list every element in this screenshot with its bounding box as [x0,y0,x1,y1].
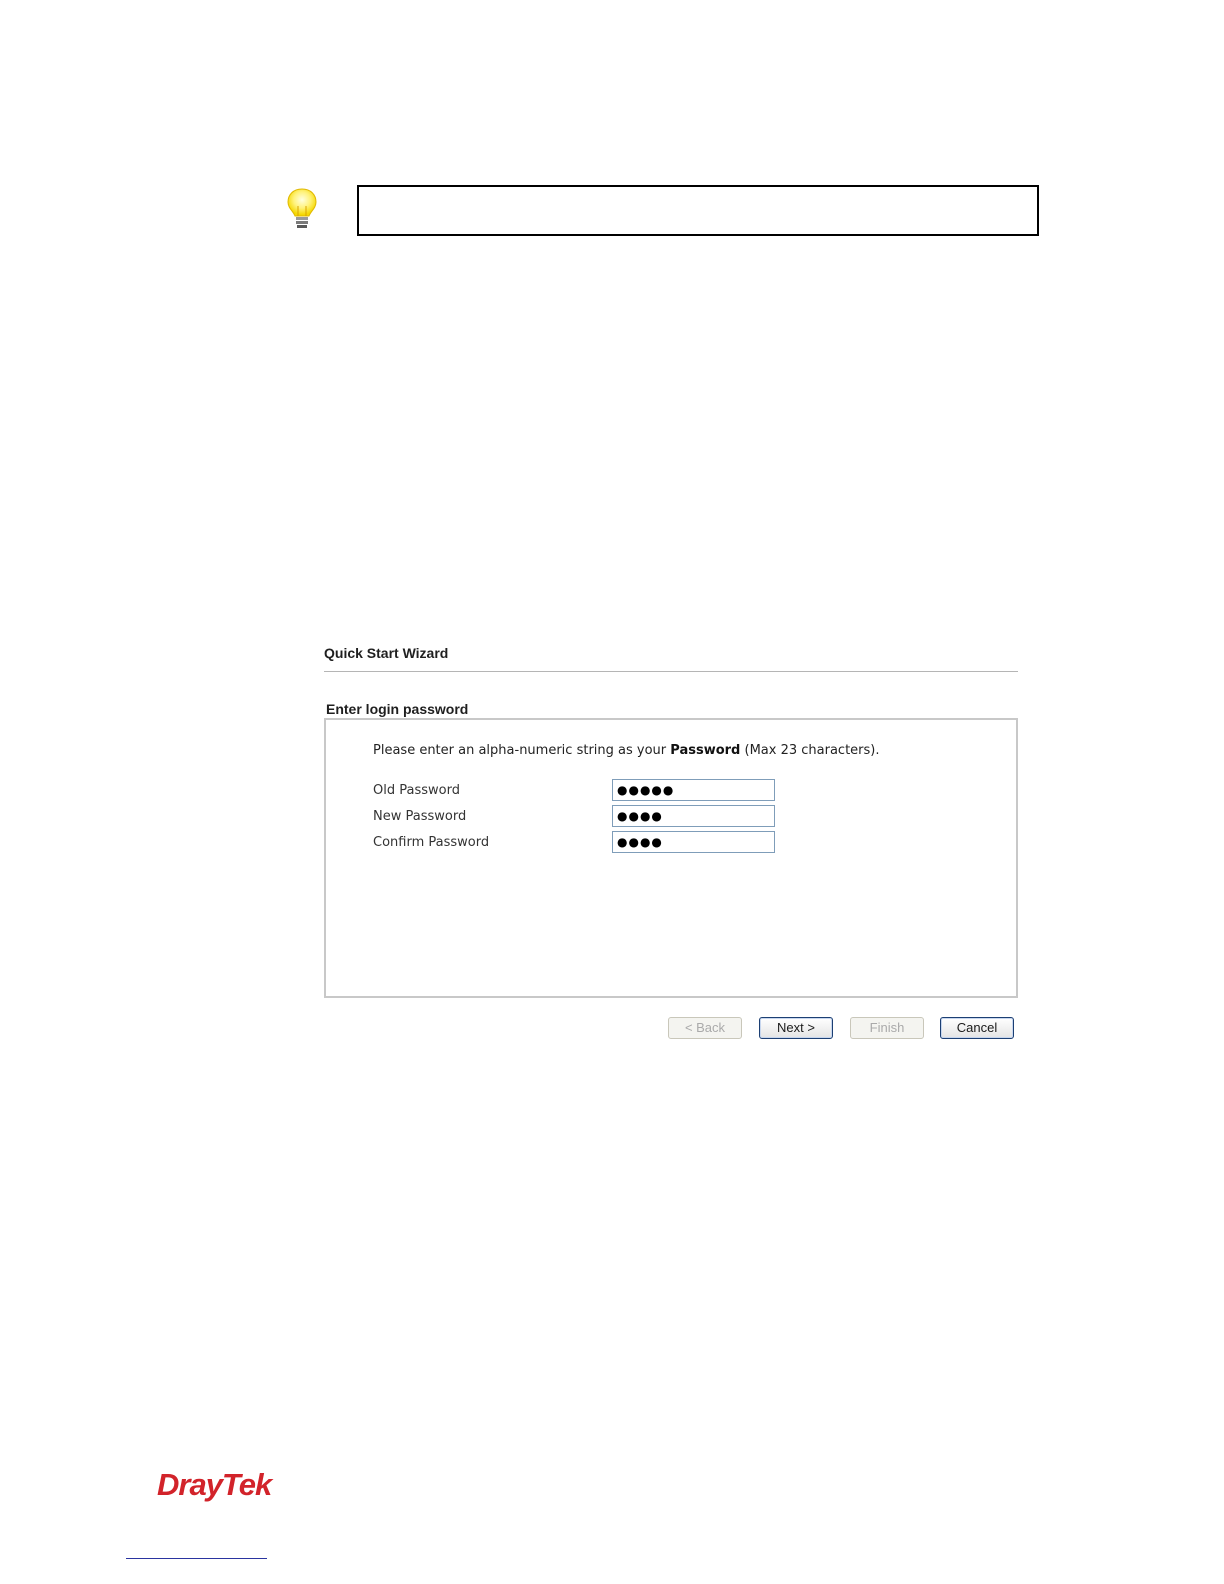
draytek-logo: DrayTek [155,1462,290,1506]
section-label: Enter login password [326,701,469,717]
confirm-password-input[interactable]: ●●●● [612,831,775,853]
confirm-password-label: Confirm Password [373,835,490,850]
password-panel [324,718,1018,998]
old-password-input[interactable]: ●●●●● [612,779,775,801]
new-password-label: New Password [373,809,467,824]
cancel-button[interactable]: Cancel [940,1017,1014,1039]
finish-button: Finish [850,1017,924,1039]
note-box [357,185,1039,236]
intro-bold: Password [670,743,741,758]
lightbulb-icon [284,186,320,232]
svg-text:DrayTek: DrayTek [157,1467,274,1502]
wizard-title: Quick Start Wizard [324,645,449,661]
intro-suffix: (Max 23 characters). [744,743,880,758]
next-button[interactable]: Next > [759,1017,833,1039]
intro-prefix: Please enter an alpha-numeric string as … [373,743,667,758]
new-password-input[interactable]: ●●●● [612,805,775,827]
intro-text: Please enter an alpha-numeric string as … [373,743,879,758]
back-button: < Back [668,1017,742,1039]
footer-link-line [126,1558,267,1559]
old-password-label: Old Password [373,783,460,798]
title-divider [324,671,1018,672]
